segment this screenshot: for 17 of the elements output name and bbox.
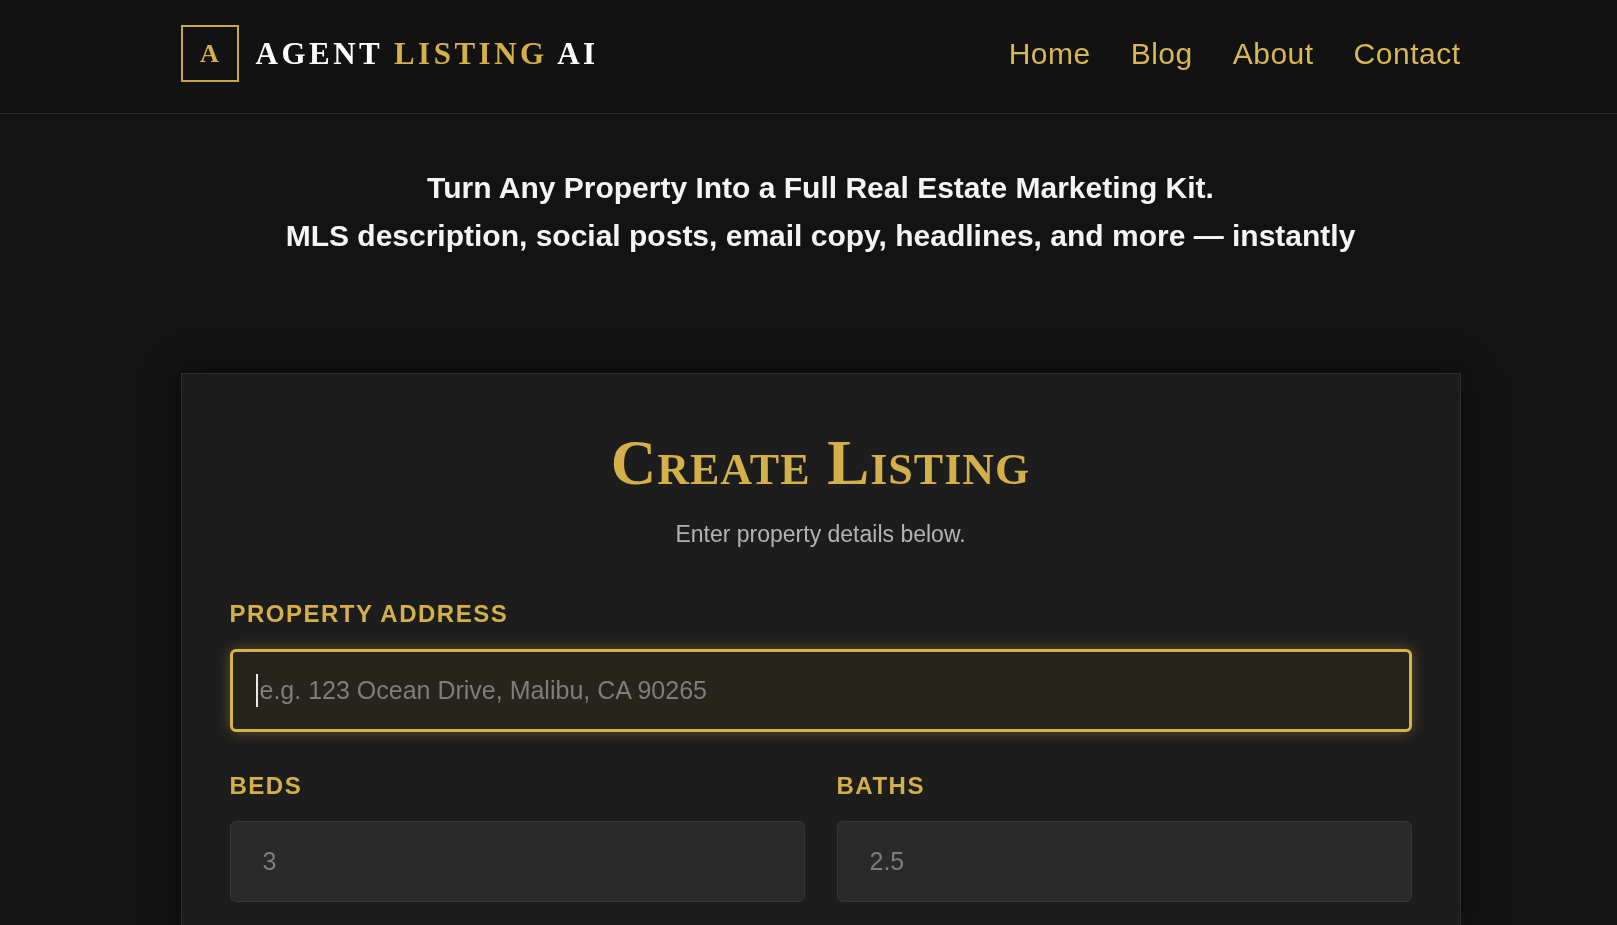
nav-link[interactable]: Home [1008, 36, 1091, 71]
tagline: Turn Any Property Into a Full Real Estate Marketing Kit. [426, 170, 1215, 206]
input-field[interactable]: 3 [229, 821, 805, 902]
nav-link[interactable]: Contact [1353, 36, 1461, 71]
input-field[interactable]: 2.5 [836, 821, 1412, 902]
form-subtitle: Enter property details below. [674, 520, 967, 548]
logo-mark-icon: A [180, 25, 239, 82]
field-label: BEDS [229, 771, 304, 801]
logo-text: AGENT LISTING AI [255, 35, 599, 72]
tagline: MLS description, social posts, email copy, headlines, and more — instantly [284, 218, 1357, 254]
field-label: PROPERTY ADDRESS [229, 599, 510, 629]
text-cursor [255, 674, 258, 707]
nav-link[interactable]: About [1232, 36, 1314, 71]
input-field[interactable]: e.g. 123 Ocean Drive, Malibu, CA 90265 [229, 649, 1412, 732]
form-title: Create Listing [609, 428, 1032, 498]
field-label: BATHS [836, 771, 926, 801]
nav-link[interactable]: Blog [1130, 36, 1193, 71]
